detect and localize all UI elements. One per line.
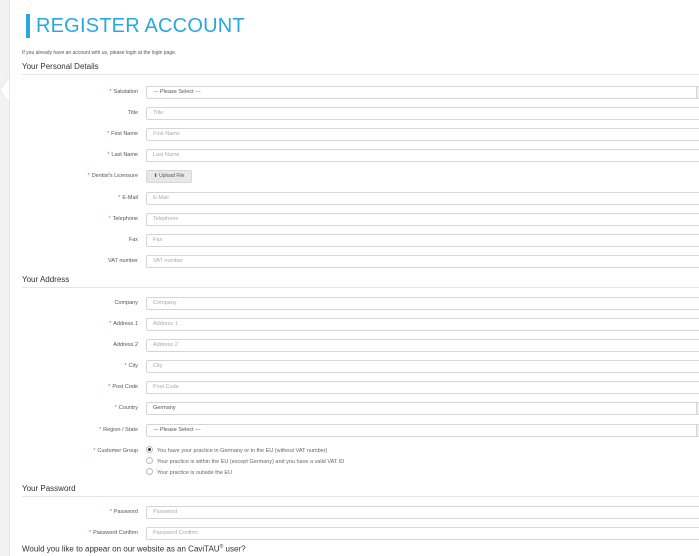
section-address-heading: Your Address: [22, 275, 70, 284]
customer-group-option-2[interactable]: Your practice is within the EU (except G…: [146, 457, 344, 466]
region-label: * Region / State: [99, 427, 138, 433]
section-divider: [22, 496, 699, 497]
password-confirm-label: * Password Confirm: [88, 530, 138, 536]
title-accent-bar: [26, 14, 30, 38]
register-panel: REGISTER ACCOUNT If you already have an …: [9, 0, 699, 556]
address1-label: * Address 1: [109, 321, 138, 327]
password-input[interactable]: Password: [146, 506, 699, 519]
telephone-input[interactable]: Telephone: [146, 213, 699, 226]
address2-input[interactable]: Address 2: [146, 339, 699, 352]
customer-group-option-1[interactable]: You have your practice in Germany or in …: [146, 446, 327, 455]
company-input[interactable]: Company: [146, 297, 699, 310]
last-name-input[interactable]: Last Name: [146, 149, 699, 162]
section-personal-heading: Your Personal Details: [22, 62, 99, 71]
address1-input[interactable]: Address 1: [146, 318, 699, 331]
customer-group-label: * Customer Group: [93, 448, 138, 454]
first-name-label: * First Name: [106, 131, 138, 137]
required-marker: *: [109, 89, 112, 95]
panel-notch: [0, 78, 9, 102]
radio-button[interactable]: [146, 468, 153, 476]
company-label: Company: [114, 300, 138, 306]
last-name-label: * Last Name: [107, 152, 138, 158]
fax-label: Fax: [128, 237, 138, 243]
region-select[interactable]: --- Please Select ---: [146, 424, 699, 437]
radio-button-selected[interactable]: [146, 446, 153, 454]
section-divider: [22, 287, 699, 288]
postcode-input[interactable]: Post Code: [146, 381, 699, 394]
upload-icon: ⬆: [153, 173, 158, 179]
intro-text: If you already have an account with us, …: [22, 50, 177, 56]
salutation-select[interactable]: --- Please Select ---: [146, 86, 699, 99]
page-title: REGISTER ACCOUNT: [36, 15, 245, 37]
section-divider: [22, 74, 699, 75]
customer-group-option-3[interactable]: Your practice is outside the EU: [146, 468, 232, 477]
license-label: * Dentist's Licensure: [87, 173, 138, 179]
section-password-heading: Your Password: [22, 484, 76, 493]
upload-file-button[interactable]: ⬆ Upload File: [146, 170, 192, 183]
radio-button[interactable]: [146, 457, 153, 465]
password-confirm-input[interactable]: Password Confirm: [146, 527, 699, 540]
postcode-label: * Post Code: [108, 384, 138, 390]
title-label: Title: [127, 110, 138, 116]
password-label: * Password: [109, 509, 138, 515]
city-input[interactable]: City: [146, 360, 699, 373]
fax-input[interactable]: Fax: [146, 234, 699, 247]
telephone-label: * Telephone: [108, 216, 138, 222]
email-label: * E-Mail: [118, 195, 138, 201]
vat-label: VAT number: [108, 258, 138, 264]
first-name-input[interactable]: First Name: [146, 128, 699, 141]
email-input[interactable]: E-Mail: [146, 192, 699, 205]
country-select[interactable]: Germany: [146, 402, 699, 415]
vat-input[interactable]: VAT number: [146, 255, 699, 268]
city-label: * City: [124, 363, 138, 369]
title-input[interactable]: Title: [146, 107, 699, 120]
country-label: * Country: [114, 405, 138, 411]
website-appearance-question: Would you like to appear on our website …: [22, 544, 246, 554]
salutation-label: * Salutation: [109, 89, 138, 95]
address2-label: Address 2: [113, 342, 138, 348]
